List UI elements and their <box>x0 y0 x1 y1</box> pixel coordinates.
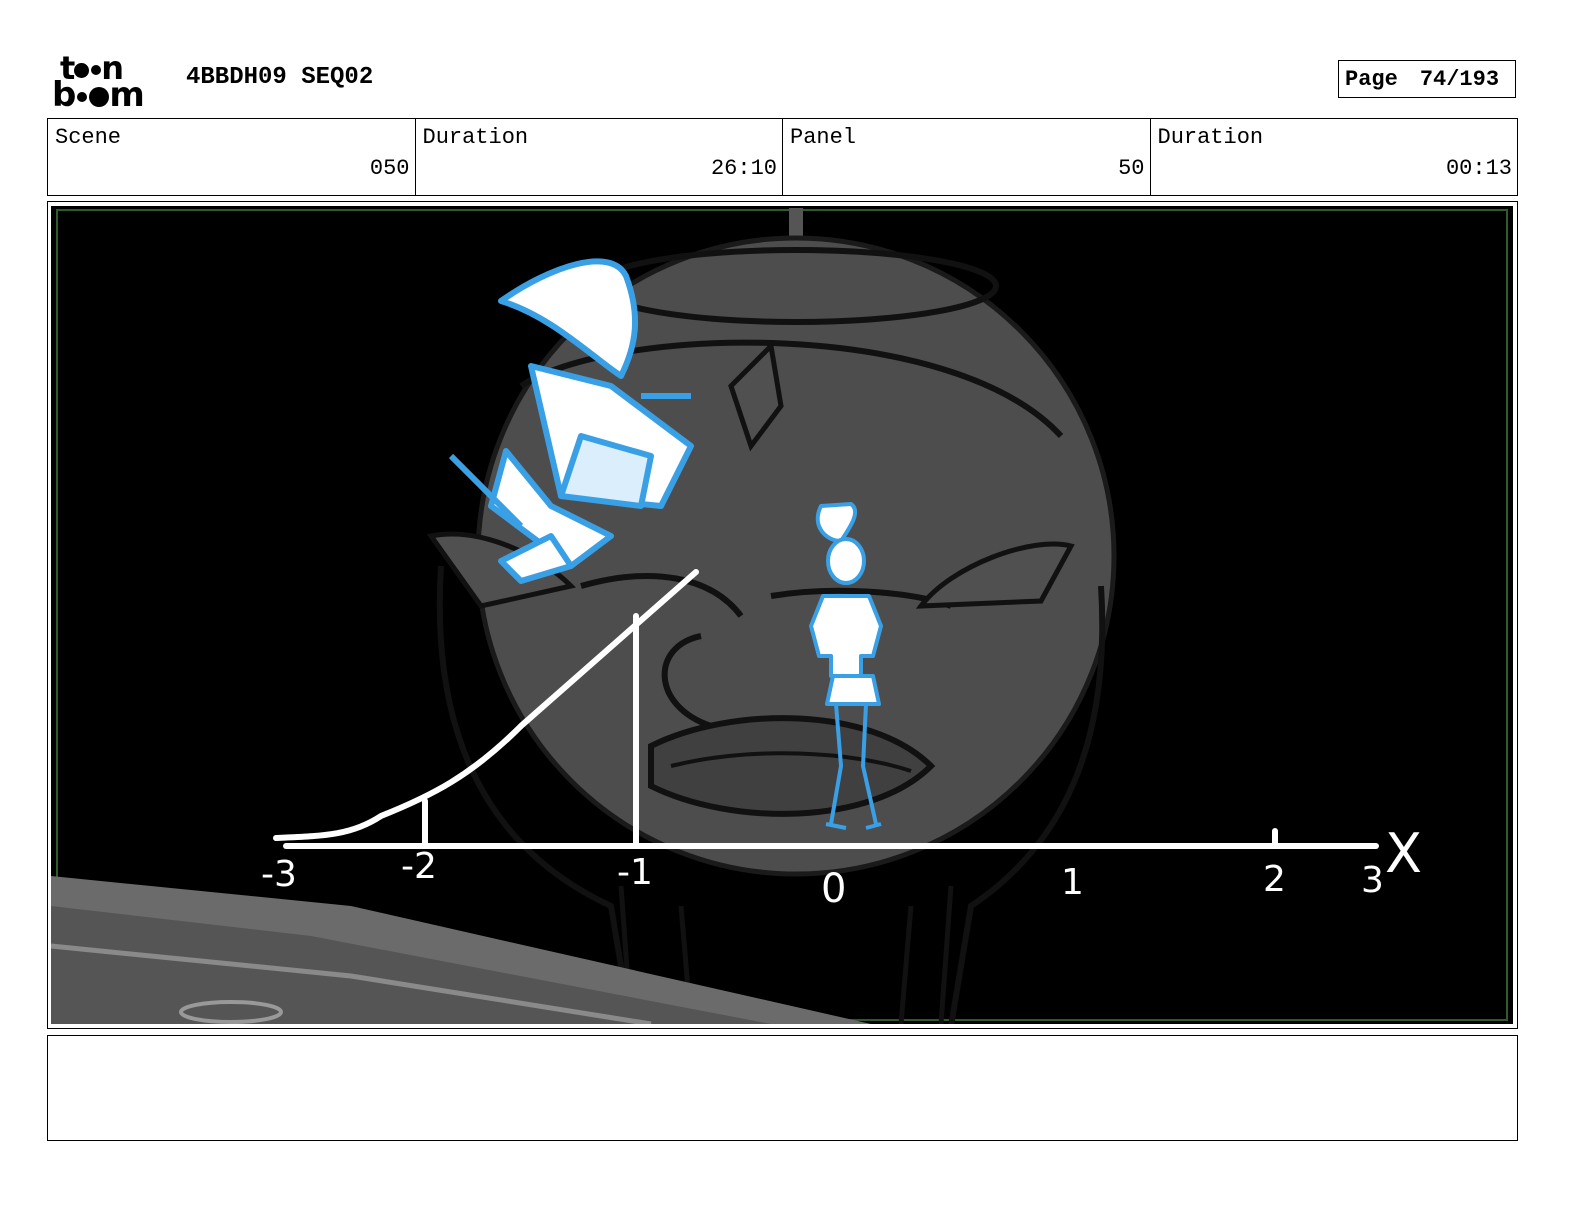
info-bar: Scene 050 Duration 26:10 Panel 50 Durati… <box>47 118 1518 196</box>
panel-duration-label: Duration <box>1157 125 1264 150</box>
tick-label-minus-3: -3 <box>261 854 297 895</box>
panel-label: Panel <box>790 125 857 150</box>
tick-label-minus-1: -1 <box>617 852 653 893</box>
tick-label-3: 3 <box>1361 860 1384 901</box>
tick-label-0: 0 <box>821 866 846 912</box>
scene-duration-cell: Duration 26:10 <box>416 119 783 195</box>
storyboard-panel-frame: -3 -2 -1 0 1 2 3 X <box>47 201 1518 1029</box>
project-title: 4BBDH09 SEQ02 <box>186 64 374 91</box>
panel-duration-cell: Duration 00:13 <box>1151 119 1518 195</box>
scene-cell: Scene 050 <box>48 119 416 195</box>
panel-cell: Panel 50 <box>783 119 1151 195</box>
page-label: Page <box>1345 66 1398 92</box>
scene-label: Scene <box>55 125 122 150</box>
storyboard-drawing: -3 -2 -1 0 1 2 3 X <box>51 206 1513 1024</box>
axis-name-x: X <box>1385 822 1422 885</box>
logo-bottom: bm <box>52 75 145 115</box>
page-indicator: Page 74/193 <box>1338 60 1516 98</box>
panel-value: 50 <box>1118 156 1145 181</box>
page-number: 74/193 <box>1419 66 1500 92</box>
scene-duration-label: Duration <box>422 125 529 150</box>
scene-value: 050 <box>369 156 410 181</box>
scene-duration-value: 26:10 <box>710 156 777 181</box>
tick-label-minus-2: -2 <box>401 846 437 887</box>
tick-label-2: 2 <box>1263 859 1286 900</box>
panel-notes <box>47 1035 1518 1141</box>
panel-duration-value: 00:13 <box>1445 156 1512 181</box>
tick-label-1: 1 <box>1061 862 1084 903</box>
toon-boom-logo: tn bm <box>52 52 164 112</box>
